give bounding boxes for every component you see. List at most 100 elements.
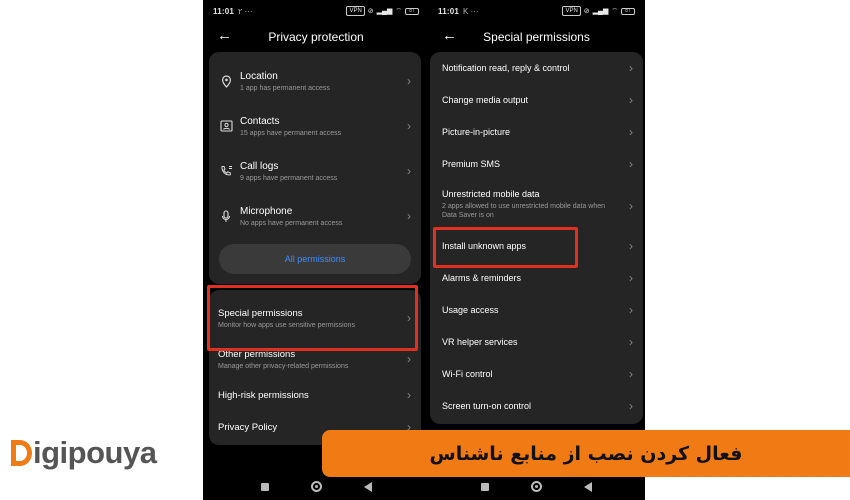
special-permissions-row[interactable]: Special permissions Monitor how apps use… — [209, 296, 421, 340]
install-unknown-apps-row[interactable]: Install unknown apps › — [430, 238, 643, 254]
list-item[interactable]: Picture-in-picture › — [430, 124, 643, 140]
list-item[interactable]: Premium SMS › — [430, 156, 643, 172]
list-item[interactable]: Alarms & reminders › — [430, 270, 643, 286]
chevron-right-icon: › — [407, 311, 411, 325]
list-item-label: Picture-in-picture — [442, 127, 511, 137]
signal-icon: ▂▄▆ — [592, 8, 609, 15]
logo-d-mark — [9, 436, 33, 470]
chevron-right-icon: › — [407, 352, 411, 366]
back-arrow-icon[interactable]: ← — [442, 28, 457, 44]
chevron-right-icon: › — [407, 388, 411, 402]
list-item-label: Notification read, reply & control — [442, 63, 570, 73]
app-bar: ← Special permissions — [428, 26, 645, 48]
contacts-icon — [219, 119, 233, 133]
permission-label: Call logs — [240, 160, 279, 172]
notification-icons: ۲ ··· — [238, 6, 253, 16]
list-item[interactable]: Notification read, reply & control › — [430, 60, 643, 76]
other-permissions-row[interactable]: Other permissions Manage other privacy-r… — [209, 342, 421, 376]
more-permissions-card: Special permissions Monitor how apps use… — [209, 290, 421, 445]
list-item[interactable]: Usage access › — [430, 302, 643, 318]
chevron-right-icon: › — [629, 271, 633, 285]
app-bar: ← Privacy protection — [203, 26, 429, 48]
permission-sub: 15 apps have permanent access — [240, 129, 342, 137]
alarm-icon: ⊘ — [583, 8, 590, 15]
chevron-right-icon: › — [629, 367, 633, 381]
permission-label: Location — [240, 70, 278, 82]
page-title: Privacy protection — [268, 30, 364, 44]
battery-icon: 87 — [621, 7, 635, 15]
chevron-right-icon: › — [629, 303, 633, 317]
chevron-right-icon: › — [629, 399, 633, 413]
caption-text: فعال کردن نصب از منابع ناشناس — [429, 442, 743, 465]
special-permissions-list: Notification read, reply & control › Cha… — [430, 52, 643, 424]
wifi-icon: ⌔ — [611, 7, 618, 15]
list-item[interactable]: Wi-Fi control › — [430, 366, 643, 382]
permission-sub: 1 app has permanent access — [240, 84, 330, 92]
high-risk-permissions-row[interactable]: High-risk permissions › — [209, 382, 421, 408]
chevron-right-icon: › — [629, 157, 633, 171]
permission-label: Contacts — [240, 115, 280, 127]
list-item-label: Install unknown apps — [442, 241, 527, 251]
list-item-label: Premium SMS — [442, 159, 501, 169]
list-item-label: Unrestricted mobile data — [442, 189, 540, 199]
vpn-icon: VPN — [346, 6, 365, 16]
high-risk-permissions-label: High-risk permissions — [218, 389, 309, 401]
permission-label: Microphone — [240, 205, 293, 217]
back-arrow-icon[interactable]: ← — [217, 28, 232, 44]
call-log-icon — [219, 164, 233, 178]
list-item-label: Screen turn-on control — [442, 401, 532, 411]
nav-back-icon[interactable] — [584, 481, 592, 492]
microphone-icon — [219, 209, 233, 223]
list-item-label: Change media output — [442, 95, 529, 105]
chevron-right-icon: › — [629, 61, 633, 75]
list-item[interactable]: Unrestricted mobile data 2 apps allowed … — [430, 189, 643, 223]
list-item[interactable]: VR helper services › — [430, 334, 643, 350]
caption-banner: فعال کردن نصب از منابع ناشناس — [322, 430, 850, 477]
recents-icon[interactable] — [260, 482, 269, 491]
all-permissions-button[interactable]: All permissions — [219, 244, 411, 274]
list-item[interactable]: Screen turn-on control › — [430, 398, 643, 414]
privacy-protection-screen: 11:01 ۲ ··· VPN ⊘ ▂▄▆ ⌔ 87 ← Privacy pro… — [203, 0, 429, 500]
chevron-right-icon: › — [629, 93, 633, 107]
navigation-bar — [203, 481, 429, 492]
list-item[interactable]: Change media output › — [430, 92, 643, 108]
chevron-right-icon: › — [629, 335, 633, 349]
status-time: 11:01 — [213, 6, 235, 16]
navigation-bar — [428, 481, 645, 492]
list-item-label: Wi-Fi control — [442, 369, 493, 379]
logo-text: igipouya — [33, 435, 157, 470]
privacy-policy-label: Privacy Policy — [218, 421, 278, 433]
permission-row-contacts[interactable]: Contacts 15 apps have permanent access › — [209, 109, 421, 143]
battery-icon: 87 — [405, 7, 419, 15]
special-permissions-screen: 11:01 K ··· VPN ⊘ ▂▄▆ ⌔ 87 ← Special per… — [428, 0, 645, 500]
home-icon[interactable] — [310, 481, 322, 492]
other-permissions-label: Other permissions — [218, 348, 296, 360]
recents-icon[interactable] — [481, 482, 489, 491]
chevron-right-icon: › — [629, 199, 633, 213]
list-item-label: Alarms & reminders — [442, 273, 522, 283]
list-item-label: VR helper services — [442, 337, 518, 347]
chevron-right-icon: › — [407, 119, 411, 133]
list-item-label: Usage access — [442, 305, 499, 315]
alarm-icon: ⊘ — [367, 8, 374, 15]
list-item-sub: 2 apps allowed to use unrestricted mobil… — [442, 203, 606, 219]
chevron-right-icon: › — [629, 239, 633, 253]
special-permissions-sub: Monitor how apps use sensitive permissio… — [218, 321, 355, 329]
permission-row-location[interactable]: Location 1 app has permanent access › — [209, 64, 421, 98]
permission-row-call-logs[interactable]: Call logs 9 apps have permanent access › — [209, 154, 421, 188]
location-pin-icon — [219, 74, 233, 88]
notification-icons: K ··· — [463, 6, 479, 16]
status-bar: 11:01 ۲ ··· VPN ⊘ ▂▄▆ ⌔ 87 — [213, 4, 419, 18]
page-title: Special permissions — [483, 30, 590, 44]
other-permissions-sub: Manage other privacy-related permissions — [218, 362, 349, 370]
status-time: 11:01 — [438, 6, 460, 16]
permission-sub: No apps have permanent access — [240, 219, 343, 227]
chevron-right-icon: › — [407, 209, 411, 223]
chevron-right-icon: › — [407, 74, 411, 88]
vpn-icon: VPN — [562, 6, 581, 16]
permission-row-microphone[interactable]: Microphone No apps have permanent access… — [209, 199, 421, 233]
permission-sub: 9 apps have permanent access — [240, 174, 338, 182]
nav-back-icon[interactable] — [363, 481, 372, 492]
special-permissions-label: Special permissions — [218, 307, 303, 319]
home-icon[interactable] — [531, 481, 542, 492]
